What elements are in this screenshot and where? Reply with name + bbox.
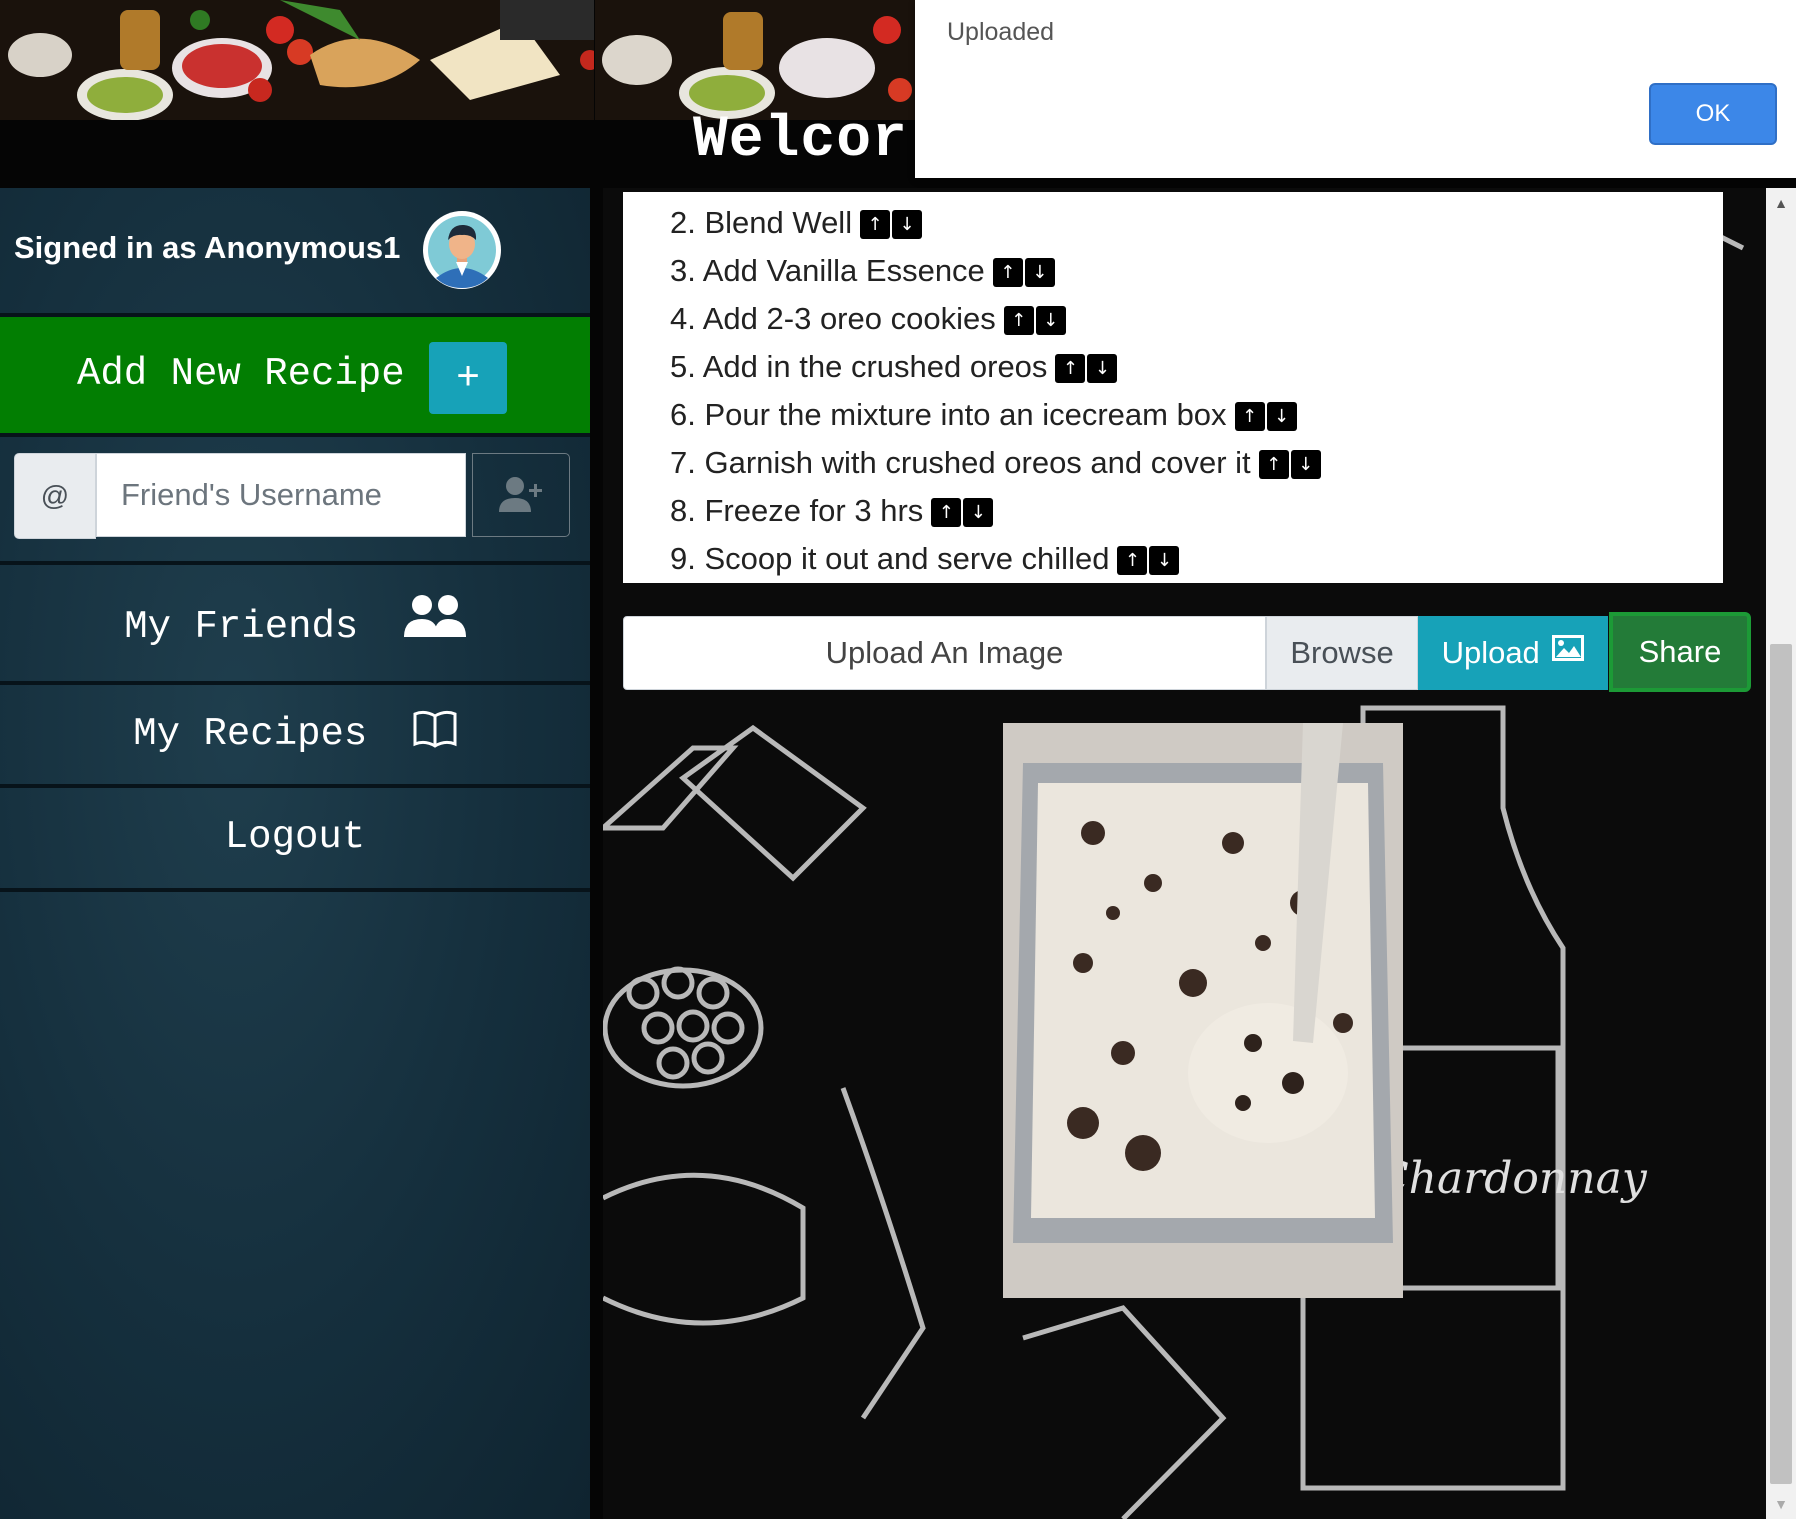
arrow-up-icon[interactable]: ↑ xyxy=(1117,546,1148,575)
arrow-up-icon[interactable]: ↑ xyxy=(860,210,891,239)
nav-my-friends-label: My Friends xyxy=(124,605,359,649)
recipe-step: 5. Add in the crushed oreos ↑ ↓ xyxy=(670,344,1119,384)
nav-my-recipes-label: My Recipes xyxy=(133,712,368,756)
arrow-down-icon[interactable]: ↓ xyxy=(1266,402,1297,431)
recipe-step-text: 9. Scoop it out and serve chilled xyxy=(670,541,1110,576)
scroll-track xyxy=(1770,224,1792,644)
reorder-controls: ↑ ↓ xyxy=(1003,296,1068,336)
recipe-step-text: 6. Pour the mixture into an icecream box xyxy=(670,397,1227,432)
recipe-step: 3. Add Vanilla Essence ↑ ↓ xyxy=(670,248,1057,288)
recipe-step-text: 2. Blend Well xyxy=(670,205,853,240)
dialog-ok-button[interactable]: OK xyxy=(1649,83,1777,145)
plus-icon[interactable]: + xyxy=(429,342,507,414)
reorder-controls: ↑ ↓ xyxy=(1258,440,1323,480)
upload-image-field[interactable]: Upload An Image xyxy=(623,616,1266,690)
arrow-up-icon[interactable]: ↑ xyxy=(1055,354,1086,383)
reorder-controls: ↑ ↓ xyxy=(1055,344,1119,384)
recipe-photo xyxy=(1003,723,1403,1298)
reorder-controls: ↑ ↓ xyxy=(931,488,995,528)
scroll-up-button[interactable]: ▲ xyxy=(1766,188,1796,218)
divider xyxy=(0,784,590,788)
food-banner-image xyxy=(595,0,915,120)
divider xyxy=(0,561,590,565)
recipe-step: 7. Garnish with crushed oreos and cover … xyxy=(670,440,1323,480)
recipe-steps-list: 2. Blend Well ↑ ↓ 3. Add Vanilla Essence ↑ ↓ 4… xyxy=(623,192,1723,583)
share-button[interactable]: Share xyxy=(1609,612,1751,692)
at-prefix: @ xyxy=(14,453,96,539)
upload-button[interactable]: Upload xyxy=(1418,616,1608,690)
arrow-down-icon[interactable]: ↓ xyxy=(1149,546,1180,575)
users-icon xyxy=(403,595,466,637)
dialog-message: Uploaded xyxy=(947,18,1055,46)
sidebar: Signed in as Anonymous1 Add New Recipe +… xyxy=(0,188,590,1519)
recipe-step: 6. Pour the mixture into an icecream box… xyxy=(670,392,1299,432)
reorder-controls: ↑ ↓ xyxy=(860,200,924,240)
arrow-up-icon[interactable]: ↑ xyxy=(1234,402,1265,431)
add-new-recipe-button[interactable]: Add New Recipe + xyxy=(0,317,590,433)
browse-button[interactable]: Browse xyxy=(1266,616,1418,690)
image-icon xyxy=(1552,635,1585,661)
panel-divider xyxy=(590,188,603,1519)
recipe-step-text: 7. Garnish with crushed oreos and cover … xyxy=(670,445,1251,480)
friend-username-input[interactable] xyxy=(96,453,466,537)
alert-dialog: Uploaded OK xyxy=(915,0,1796,178)
recipe-step: 2. Blend Well ↑ ↓ xyxy=(670,200,924,240)
reorder-controls: ↑ ↓ xyxy=(1117,536,1181,576)
upload-button-label: Upload xyxy=(1441,635,1540,670)
arrow-down-icon[interactable]: ↓ xyxy=(1087,354,1118,383)
nav-my-recipes[interactable]: My Recipes xyxy=(0,708,590,756)
svg-text:Chardonnay: Chardonnay xyxy=(1375,1153,1648,1204)
avatar xyxy=(423,211,501,289)
recipe-step: 8. Freeze for 3 hrs ↑ ↓ xyxy=(670,488,995,528)
add-friend-group: @ xyxy=(14,453,570,539)
food-banner-image xyxy=(0,0,594,120)
user-info: Signed in as Anonymous1 xyxy=(0,188,590,313)
nav-logout-label: Logout xyxy=(224,815,366,859)
upload-group: Upload An Image Browse Upload Share xyxy=(623,612,1753,692)
recipe-step-text: 5. Add in the crushed oreos xyxy=(670,349,1048,384)
recipe-step-text: 8. Freeze for 3 hrs xyxy=(670,493,924,528)
arrow-down-icon[interactable]: ↓ xyxy=(1024,258,1055,287)
recipe-step: 9. Scoop it out and serve chilled ↑ ↓ xyxy=(670,536,1181,576)
arrow-down-icon[interactable]: ↓ xyxy=(963,498,994,527)
arrow-up-icon[interactable]: ↑ xyxy=(931,498,962,527)
arrow-up-icon[interactable]: ↑ xyxy=(1258,450,1289,479)
scrollbar[interactable]: ▲ ▼ xyxy=(1766,188,1796,1519)
arrow-down-icon[interactable]: ↓ xyxy=(892,210,923,239)
arrow-down-icon[interactable]: ↓ xyxy=(1290,450,1321,479)
scroll-down-button[interactable]: ▼ xyxy=(1766,1489,1796,1519)
add-friend-button[interactable] xyxy=(472,453,570,537)
divider xyxy=(0,681,590,685)
reorder-controls: ↑ ↓ xyxy=(992,248,1057,288)
add-user-icon xyxy=(499,476,542,512)
recipe-step-text: 3. Add Vanilla Essence xyxy=(670,253,985,288)
nav-my-friends[interactable]: My Friends xyxy=(0,593,590,649)
arrow-up-icon[interactable]: ↑ xyxy=(992,258,1023,287)
add-new-recipe-label: Add New Recipe xyxy=(77,352,405,396)
welcome-title: Welcor xyxy=(693,108,908,173)
arrow-down-icon[interactable]: ↓ xyxy=(1035,306,1066,335)
reorder-controls: ↑ ↓ xyxy=(1234,392,1299,432)
recipe-step: 4. Add 2-3 oreo cookies ↑ ↓ xyxy=(670,296,1068,336)
arrow-up-icon[interactable]: ↑ xyxy=(1003,306,1034,335)
nav-logout[interactable]: Logout xyxy=(0,815,590,859)
book-open-icon xyxy=(413,710,457,748)
scroll-thumb[interactable] xyxy=(1770,644,1792,1484)
signed-in-label: Signed in as Anonymous1 xyxy=(14,230,401,265)
divider xyxy=(0,888,590,892)
divider xyxy=(0,433,590,437)
recipe-step-text: 4. Add 2-3 oreo cookies xyxy=(670,301,996,336)
main-content: Chardonnay 2. Blend Well ↑ ↓ 3. Add Vanilla… xyxy=(603,188,1766,1519)
